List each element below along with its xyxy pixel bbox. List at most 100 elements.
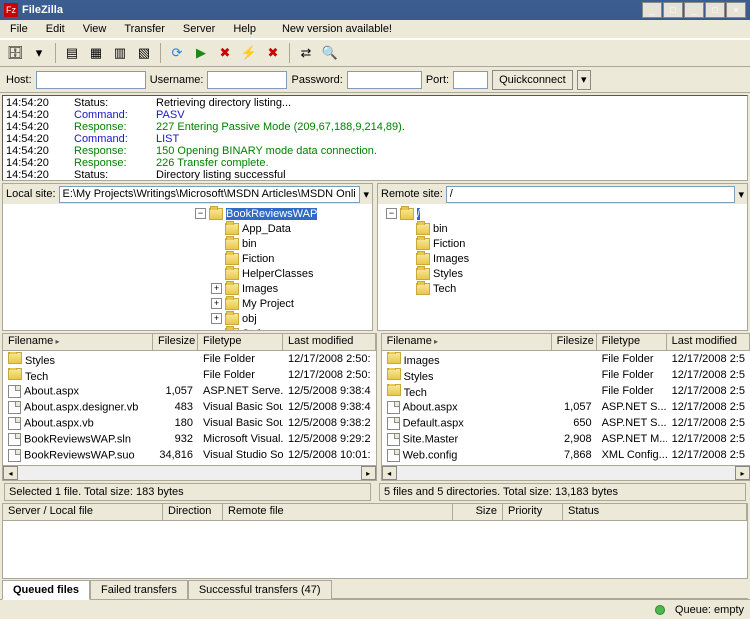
remote-path-dropdown[interactable]: ▾ xyxy=(738,188,744,201)
tree-node[interactable]: App_Data xyxy=(5,221,370,236)
file-icon xyxy=(387,401,400,414)
toggle-queue-icon[interactable]: ▥ xyxy=(109,42,131,64)
sitemanager-icon[interactable]: 🗄 xyxy=(4,42,26,64)
tree-node[interactable]: +Images xyxy=(5,281,370,296)
file-row[interactable]: BookReviewsWAP.suo34,816Visual Studio So… xyxy=(3,447,376,463)
col-filename[interactable]: Filename xyxy=(382,334,552,350)
tree-node[interactable]: bin xyxy=(5,236,370,251)
toggle-log-icon[interactable]: ▤ xyxy=(61,42,83,64)
log-row: 14:54:20Status:Directory listing success… xyxy=(6,169,744,181)
message-log[interactable]: 14:54:20Status:Retrieving directory list… xyxy=(2,95,748,181)
cancel-icon[interactable]: ✖ xyxy=(214,42,236,64)
folder-icon xyxy=(416,268,430,280)
col-lastmod[interactable]: Last modified xyxy=(283,334,376,350)
menu-view[interactable]: View xyxy=(77,21,113,37)
file-row[interactable]: Default.aspx650ASP.NET S...12/17/2008 2:… xyxy=(382,415,750,431)
toggle-tree-icon[interactable]: ▦ xyxy=(85,42,107,64)
file-row[interactable]: BookReviewsWAP.sln932Microsoft Visual...… xyxy=(3,431,376,447)
local-path-dropdown[interactable]: ▾ xyxy=(363,188,369,201)
qcol-direction[interactable]: Direction xyxy=(163,504,223,520)
local-path-input[interactable] xyxy=(59,186,361,203)
minimize2-button[interactable]: _ xyxy=(684,2,704,18)
reconnect-icon[interactable]: ✖ xyxy=(262,42,284,64)
password-input[interactable] xyxy=(347,71,422,89)
menu-new-version[interactable]: New version available! xyxy=(276,21,398,37)
queue-header[interactable]: Server / Local file Direction Remote fil… xyxy=(2,503,748,521)
tree-node[interactable]: bin xyxy=(380,221,745,236)
qcol-priority[interactable]: Priority xyxy=(503,504,563,520)
menu-transfer[interactable]: Transfer xyxy=(118,21,171,37)
refresh-icon[interactable]: ⟳ xyxy=(166,42,188,64)
tree-node[interactable]: −/ xyxy=(380,206,745,221)
tree-node[interactable]: +obj xyxy=(5,311,370,326)
tab-successful[interactable]: Successful transfers (47) xyxy=(188,580,332,600)
file-row[interactable]: StylesFile Folder12/17/2008 2:5 xyxy=(382,367,750,383)
minimize-button[interactable]: _ xyxy=(642,2,662,18)
host-input[interactable] xyxy=(36,71,146,89)
disconnect-icon[interactable]: ⚡ xyxy=(238,42,260,64)
quickconnect-button[interactable]: Quickconnect xyxy=(492,70,573,90)
tree-node[interactable]: Styles xyxy=(380,266,745,281)
menu-edit[interactable]: Edit xyxy=(40,21,71,37)
file-icon xyxy=(8,433,21,446)
process-icon[interactable]: ▶ xyxy=(190,42,212,64)
qcol-size[interactable]: Size xyxy=(453,504,503,520)
username-input[interactable] xyxy=(207,71,287,89)
file-row[interactable]: About.aspx1,057ASP.NET S...12/17/2008 2:… xyxy=(382,399,750,415)
col-filetype[interactable]: Filetype xyxy=(597,334,667,350)
qcol-remote[interactable]: Remote file xyxy=(223,504,453,520)
restore-button[interactable]: □ xyxy=(663,2,683,18)
maximize-button[interactable]: □ xyxy=(705,2,725,18)
file-row[interactable]: TechFile Folder12/17/2008 2:50: xyxy=(3,367,376,383)
remote-file-list[interactable]: Filename Filesize Filetype Last modified… xyxy=(381,333,750,481)
file-icon xyxy=(8,449,21,462)
file-icon xyxy=(8,417,21,430)
local-file-header[interactable]: Filename Filesize Filetype Last modified xyxy=(3,334,376,351)
local-file-list[interactable]: Filename Filesize Filetype Last modified… xyxy=(2,333,377,481)
file-row[interactable]: About.aspx.vb180Visual Basic Sou...12/5/… xyxy=(3,415,376,431)
tree-node[interactable]: Fiction xyxy=(5,251,370,266)
col-filetype[interactable]: Filetype xyxy=(198,334,283,350)
tree-node[interactable]: Fiction xyxy=(380,236,745,251)
file-row[interactable]: Site.Master2,908ASP.NET M...12/17/2008 2… xyxy=(382,431,750,447)
queue-status-label: Queue: empty xyxy=(675,604,744,616)
col-filesize[interactable]: Filesize xyxy=(153,334,198,350)
remote-tree[interactable]: −/binFictionImagesStylesTech xyxy=(378,204,747,330)
menu-help[interactable]: Help xyxy=(227,21,262,37)
file-row[interactable]: Web.config7,868XML Config...12/17/2008 2… xyxy=(382,447,750,463)
file-row[interactable]: About.aspx.designer.vb483Visual Basic So… xyxy=(3,399,376,415)
queue-body[interactable] xyxy=(2,521,748,579)
qcol-server[interactable]: Server / Local file xyxy=(3,504,163,520)
remote-path-input[interactable] xyxy=(446,186,736,203)
file-row[interactable]: ImagesFile Folder12/17/2008 2:5 xyxy=(382,351,750,367)
tab-queued[interactable]: Queued files xyxy=(2,580,90,600)
qcol-status[interactable]: Status xyxy=(563,504,747,520)
col-filesize[interactable]: Filesize xyxy=(552,334,597,350)
local-hscroll[interactable]: ◂▸ xyxy=(3,465,376,480)
file-row[interactable]: About.aspx1,057ASP.NET Serve...12/5/2008… xyxy=(3,383,376,399)
remote-hscroll[interactable]: ◂▸ xyxy=(382,465,750,480)
remote-file-header[interactable]: Filename Filesize Filetype Last modified xyxy=(382,334,750,351)
port-input[interactable] xyxy=(453,71,488,89)
tree-node[interactable]: Images xyxy=(380,251,745,266)
local-tree[interactable]: −BookReviewsWAPApp_DatabinFictionHelperC… xyxy=(3,204,372,330)
tree-node[interactable]: +My Project xyxy=(5,296,370,311)
close-button[interactable]: × xyxy=(726,2,746,18)
file-row[interactable]: StylesFile Folder12/17/2008 2:50: xyxy=(3,351,376,367)
menu-server[interactable]: Server xyxy=(177,21,221,37)
tree-node[interactable]: Styles xyxy=(5,326,370,330)
col-filename[interactable]: Filename xyxy=(3,334,153,350)
tab-failed[interactable]: Failed transfers xyxy=(90,580,188,600)
toggle-transfer-icon[interactable]: ▧ xyxy=(133,42,155,64)
tree-node[interactable]: HelperClasses xyxy=(5,266,370,281)
filter-icon[interactable]: ⇄ xyxy=(295,42,317,64)
folder-icon xyxy=(387,368,401,380)
tree-node[interactable]: Tech xyxy=(380,281,745,296)
dropdown-icon[interactable]: ▾ xyxy=(28,42,50,64)
file-row[interactable]: TechFile Folder12/17/2008 2:5 xyxy=(382,383,750,399)
menu-file[interactable]: File xyxy=(4,21,34,37)
col-lastmod[interactable]: Last modified xyxy=(667,334,750,350)
quickconnect-dropdown[interactable]: ▾ xyxy=(577,70,591,90)
tree-node[interactable]: −BookReviewsWAP xyxy=(5,206,370,221)
compare-icon[interactable]: 🔍 xyxy=(319,42,341,64)
